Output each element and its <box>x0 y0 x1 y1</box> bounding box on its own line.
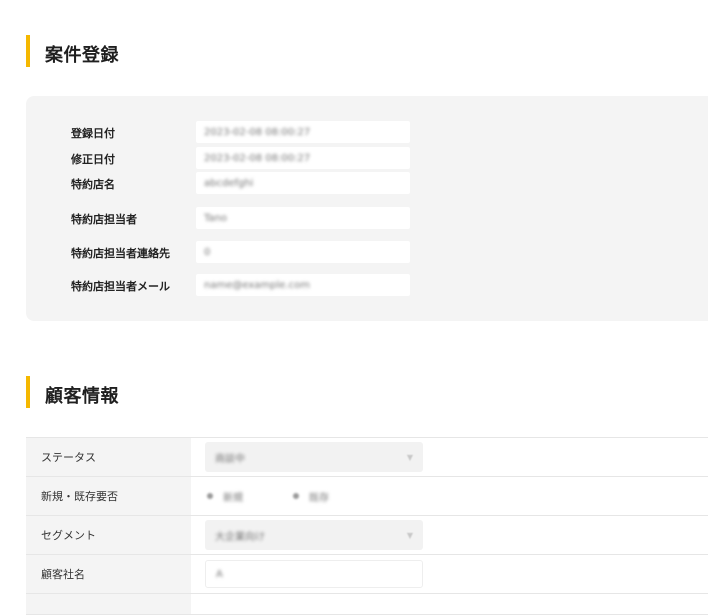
registration-row: 修正日付 2023-02-08 08:00:27 <box>26 147 708 171</box>
radio-icon <box>207 493 213 499</box>
new-existing-label: 新規・既存要否 <box>26 477 191 515</box>
registered-date-field[interactable]: 2023-02-08 08:00:27 <box>196 121 410 143</box>
field-label: 特約店担当者 <box>71 213 137 226</box>
field-label: 特約店担当者メール <box>71 280 170 293</box>
chevron-down-icon: ▼ <box>406 530 413 540</box>
dealer-contact-email-field[interactable]: name@example.com <box>196 274 410 296</box>
new-existing-radio-group: 新規 既存 <box>205 489 329 504</box>
customer-info-table: ステータス 商談中 ▼ 新規・既存要否 新規 既存 セグメント 大企業向け ▼ … <box>26 437 708 615</box>
radio-icon <box>293 493 299 499</box>
radio-new[interactable]: 新規 <box>207 489 243 504</box>
table-row <box>26 594 708 615</box>
customer-section-header: 顧客情報 <box>26 376 119 408</box>
chevron-down-icon: ▼ <box>406 452 413 462</box>
registration-row: 特約店担当者 Tano <box>26 207 708 231</box>
registration-row: 特約店担当者連絡先 0 <box>26 241 708 265</box>
status-label: ステータス <box>26 438 191 476</box>
field-label: 特約店名 <box>71 178 115 191</box>
segment-select[interactable]: 大企業向け ▼ <box>205 520 423 550</box>
table-row: ステータス 商談中 ▼ <box>26 437 708 477</box>
dealer-contact-phone-field[interactable]: 0 <box>196 241 410 263</box>
registration-row: 特約店名 abcdefghi <box>26 172 708 196</box>
registration-title: 案件登録 <box>45 45 119 66</box>
company-name-label: 顧客社名 <box>26 555 191 593</box>
customer-title: 顧客情報 <box>45 386 119 407</box>
dealer-contact-person-field[interactable]: Tano <box>196 207 410 229</box>
registration-row: 登録日付 2023-02-08 08:00:27 <box>26 121 708 145</box>
accent-bar <box>26 35 30 67</box>
accent-bar <box>26 376 30 408</box>
field-label: 特約店担当者連絡先 <box>71 247 170 260</box>
table-row: 新規・既存要否 新規 既存 <box>26 477 708 516</box>
status-select[interactable]: 商談中 ▼ <box>205 442 423 472</box>
company-name-input[interactable]: A <box>205 560 423 588</box>
radio-existing[interactable]: 既存 <box>293 489 329 504</box>
registration-section-header: 案件登録 <box>26 35 119 67</box>
field-label: 修正日付 <box>71 153 115 166</box>
field-label: 登録日付 <box>71 127 115 140</box>
modified-date-field[interactable]: 2023-02-08 08:00:27 <box>196 147 410 169</box>
registration-row: 特約店担当者メール name@example.com <box>26 274 708 298</box>
segment-label: セグメント <box>26 516 191 554</box>
table-row: セグメント 大企業向け ▼ <box>26 516 708 555</box>
table-row: 顧客社名 A <box>26 555 708 594</box>
registration-card: 登録日付 2023-02-08 08:00:27 修正日付 2023-02-08… <box>26 96 708 321</box>
dealer-name-field[interactable]: abcdefghi <box>196 172 410 194</box>
